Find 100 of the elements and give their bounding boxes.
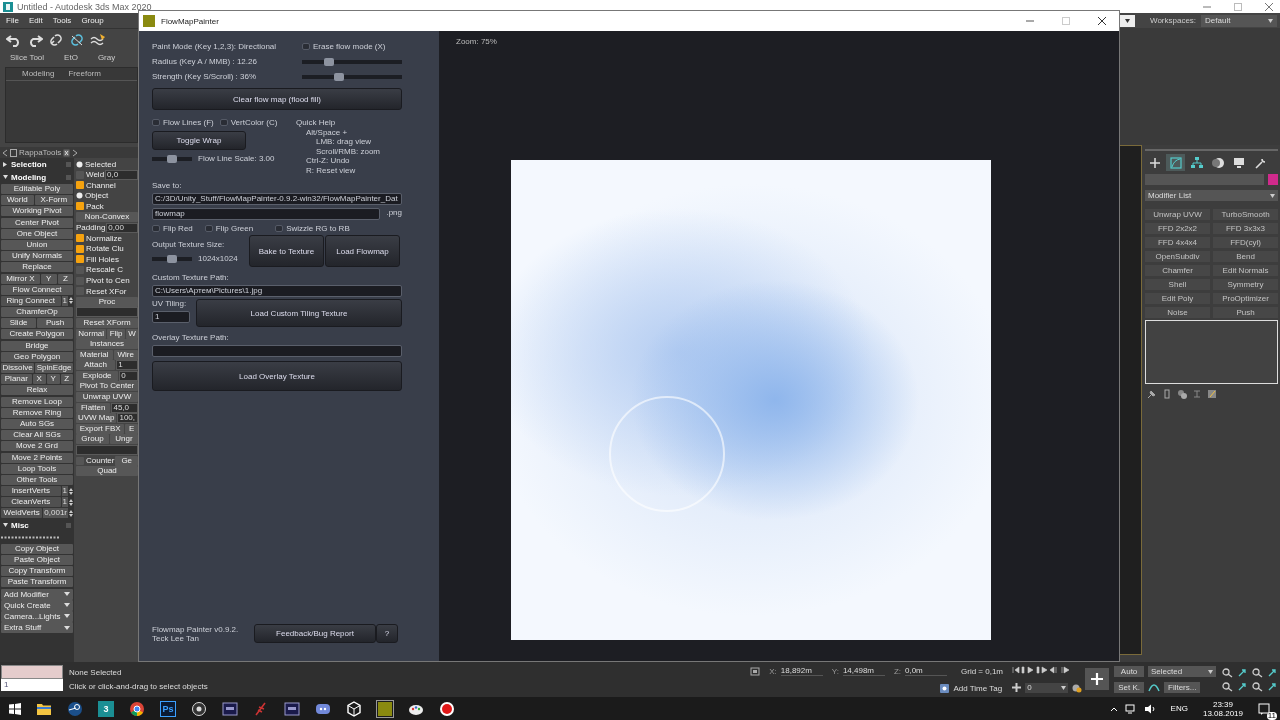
- spinner-arrows-icon[interactable]: [69, 296, 73, 306]
- ribbon-tool[interactable]: Gray: [97, 52, 116, 62]
- spinner-field[interactable]: 1: [61, 497, 68, 508]
- button[interactable]: Feedback/Bug Report: [254, 624, 376, 643]
- close-icon[interactable]: [1097, 16, 1107, 26]
- tool-button[interactable]: Instances: [76, 339, 138, 350]
- unlink-icon[interactable]: [69, 32, 85, 47]
- checkbox[interactable]: [302, 43, 310, 50]
- volume-icon[interactable]: [1143, 703, 1156, 714]
- tool-button[interactable]: Remove Ring: [1, 407, 73, 418]
- tool-button[interactable]: CleanVerts: [1, 497, 61, 508]
- tool-button[interactable]: Bridge: [1, 340, 73, 351]
- tool-button[interactable]: Geo Polygon: [1, 351, 73, 362]
- steam-icon[interactable]: [67, 700, 83, 717]
- button[interactable]: Clear flow map (flood fill): [152, 88, 402, 110]
- spinner-field[interactable]: 0,001r: [43, 508, 68, 519]
- input-field[interactable]: [152, 345, 402, 357]
- auto-key-button[interactable]: Auto: [1114, 666, 1144, 678]
- tool-button[interactable]: Auto SGs: [1, 418, 73, 429]
- app-icon[interactable]: [284, 700, 300, 717]
- tool-button[interactable]: ChamferOp: [1, 307, 73, 318]
- input-field[interactable]: 1: [1, 679, 63, 691]
- tool-button[interactable]: Create Polygon: [1, 329, 73, 340]
- input-field[interactable]: 1: [116, 360, 138, 371]
- clock-time[interactable]: 23:39: [1212, 699, 1233, 709]
- modifier-list-dropdown[interactable]: Modifier List: [1145, 190, 1278, 201]
- button[interactable]: Bake to Texture: [249, 235, 324, 267]
- chevron-up-icon[interactable]: [1109, 705, 1118, 712]
- frame-field[interactable]: 0: [1025, 682, 1069, 693]
- tool-button[interactable]: Attach: [76, 360, 116, 371]
- set-key-button[interactable]: [1085, 668, 1110, 690]
- set-key-button[interactable]: Set K.: [1114, 681, 1144, 693]
- tool-button[interactable]: WeldVerts: [1, 508, 43, 519]
- tool-button[interactable]: Flow Connect: [1, 284, 73, 295]
- tool-button[interactable]: Quad: [76, 466, 138, 477]
- workspace-dropdown[interactable]: Default: [1201, 14, 1277, 27]
- tool-button[interactable]: Paste Transform: [1, 577, 73, 588]
- spinner-arrows-icon[interactable]: [69, 497, 73, 507]
- radio-button[interactable]: [76, 160, 83, 168]
- expanded-arrow-icon[interactable]: [3, 523, 8, 529]
- spinner-field[interactable]: 1: [61, 295, 68, 306]
- tool-button[interactable]: X-Form: [34, 195, 73, 206]
- tool-button[interactable]: Paste Object: [1, 555, 73, 565]
- tool-button[interactable]: Move 2 Points: [1, 452, 73, 463]
- tool-button[interactable]: Material: [76, 349, 113, 360]
- input-field[interactable]: C:\Users\Артем\Pictures\1.jpg: [152, 285, 402, 297]
- lock-icon[interactable]: [750, 666, 761, 676]
- ribbon-tool[interactable]: EtO: [64, 52, 78, 62]
- checkbox[interactable]: [204, 225, 213, 232]
- menu-item[interactable]: Edit: [28, 16, 43, 25]
- checkbox[interactable]: [76, 181, 84, 190]
- name-field[interactable]: [1145, 174, 1264, 185]
- tool-button[interactable]: Flip: [107, 328, 125, 339]
- input-field[interactable]: 0,00: [106, 222, 138, 233]
- tool-button[interactable]: Relax: [1, 385, 73, 396]
- input-field[interactable]: C:/3D/Unity_Stuff/FlowMapPainter-0.9.2-win32/FlowMapPainter_Dat: [152, 193, 402, 205]
- tool-button[interactable]: Ge: [115, 455, 138, 466]
- notification-icon[interactable]: [1258, 702, 1270, 715]
- input-field[interactable]: 0,0: [105, 169, 138, 180]
- tool-button[interactable]: W: [125, 328, 138, 339]
- tool-button[interactable]: Dissolve: [1, 363, 35, 373]
- tool-button[interactable]: Ungr: [109, 434, 138, 445]
- time-tag-icon[interactable]: [940, 684, 950, 693]
- tool-button[interactable]: Loop Tools: [1, 463, 73, 474]
- tool-button[interactable]: Union: [1, 239, 73, 250]
- tool-button[interactable]: Replace: [1, 262, 73, 273]
- tool-button[interactable]: Explode: [76, 370, 119, 381]
- zoom-icon[interactable]: [1222, 667, 1233, 678]
- tool-button[interactable]: Wire: [113, 349, 138, 360]
- app-icon[interactable]: [377, 700, 393, 717]
- input-field[interactable]: 1: [152, 311, 190, 323]
- checkbox[interactable]: [76, 234, 84, 243]
- menu-item[interactable]: Group: [81, 16, 104, 25]
- tool-button[interactable]: Clear All SGs: [1, 430, 73, 441]
- expanded-arrow-icon[interactable]: [3, 174, 8, 180]
- max-icon[interactable]: 3: [98, 700, 114, 717]
- tool-button[interactable]: Normal: [76, 328, 107, 339]
- coord-field[interactable]: 14,498m: [842, 666, 885, 676]
- ribbon-tab[interactable]: Freeform: [66, 69, 103, 80]
- tool-button[interactable]: Mirror X: [1, 273, 40, 284]
- tool-button[interactable]: SpinEdge: [35, 363, 73, 373]
- spinner-arrows-icon[interactable]: [69, 486, 73, 496]
- tool-button[interactable]: Ring Connect: [1, 295, 61, 306]
- ribbon-tool[interactable]: Slice Tool: [10, 52, 45, 62]
- tool-button[interactable]: Non-Convex: [76, 211, 138, 222]
- section-header[interactable]: Misc: [11, 521, 29, 531]
- tool-button[interactable]: Export FBX: [76, 423, 125, 434]
- selection-set-field[interactable]: [1, 665, 63, 679]
- input-field[interactable]: 45,0: [111, 402, 138, 413]
- tool-button[interactable]: UVW Map: [76, 413, 117, 424]
- button[interactable]: Toggle Wrap: [152, 131, 246, 150]
- tool-button[interactable]: InsertVerts: [1, 486, 61, 497]
- language-indicator[interactable]: ENG: [1170, 704, 1188, 713]
- undo-icon[interactable]: [6, 32, 22, 47]
- button[interactable]: Load Overlay Texture: [152, 361, 402, 391]
- arrow-right-icon[interactable]: [72, 148, 79, 157]
- photoshop-icon[interactable]: Ps: [160, 700, 176, 717]
- radio-button[interactable]: [76, 192, 83, 200]
- dropdown[interactable]: Quick Create: [1, 599, 73, 611]
- input-field[interactable]: 100,: [117, 413, 138, 424]
